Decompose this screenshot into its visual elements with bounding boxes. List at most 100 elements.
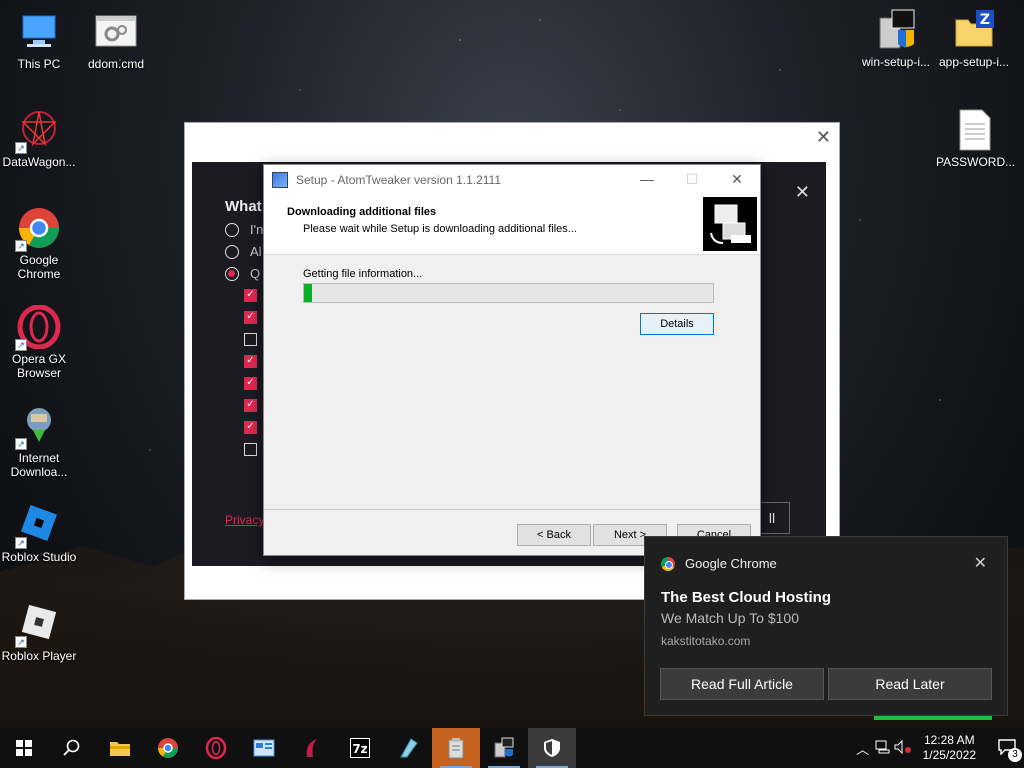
- shortcut-arrow-icon: ↗: [15, 636, 27, 648]
- file-explorer-icon[interactable]: [96, 728, 144, 768]
- volume-muted-icon[interactable]: [893, 739, 913, 757]
- desktop-icon-label: Google Chrome: [17, 253, 61, 281]
- install-option-radio-selected[interactable]: [225, 267, 239, 281]
- footer-divider: [264, 509, 760, 510]
- opera-gx-icon: ↗: [15, 304, 61, 351]
- desktop-icon-label: Opera GX Browser: [11, 352, 67, 380]
- minimize-icon[interactable]: —: [637, 171, 657, 187]
- cmd-file-icon: [94, 10, 138, 54]
- offer-checkbox[interactable]: ✓: [244, 355, 257, 368]
- install-option-radio[interactable]: [225, 223, 239, 237]
- shortcut-arrow-icon: ↗: [15, 240, 27, 252]
- close-icon[interactable]: ✕: [974, 553, 987, 573]
- offer-checkbox[interactable]: [244, 443, 257, 456]
- desktop-icon-internet-download[interactable]: ↗ Internet Downloa...: [1, 404, 77, 479]
- installer-icon: [874, 8, 918, 52]
- maximize-icon: ☐: [685, 171, 699, 187]
- install-option-label: I'n: [250, 222, 264, 237]
- clock-time: 12:28 AM: [923, 733, 975, 747]
- download-progress-bar: [303, 283, 714, 303]
- setup-window-title: Setup - AtomTweaker version 1.1.2111: [296, 173, 502, 187]
- chevron-up-icon[interactable]: ︿: [853, 739, 873, 758]
- opera-icon[interactable]: [192, 728, 240, 768]
- svg-text:7z: 7z: [352, 742, 367, 756]
- setup-titlebar[interactable]: Setup - AtomTweaker version 1.1.2111 — ☐…: [264, 165, 760, 195]
- start-icon[interactable]: [0, 728, 48, 768]
- desktop-icon-label: PASSWORD...: [936, 155, 1016, 169]
- clock-date: 1/25/2022: [922, 748, 976, 762]
- desktop-icon-roblox-studio[interactable]: ↗ Roblox Studio: [1, 503, 77, 564]
- desktop-icon-label: DataWagon...: [2, 155, 76, 169]
- read-later-button[interactable]: Read Later: [828, 668, 992, 700]
- opera-gx-icon[interactable]: [288, 728, 336, 768]
- offer-checkbox[interactable]: ✓: [244, 377, 257, 390]
- desktop-icon-label: Internet Downloa...: [10, 451, 68, 479]
- offer-checkbox[interactable]: ✓: [244, 399, 257, 412]
- pen-icon[interactable]: [384, 728, 432, 768]
- install-option-label: Al: [250, 244, 262, 259]
- desktop-icon-label: Roblox Studio: [1, 550, 77, 564]
- shortcut-arrow-icon: ↗: [15, 537, 27, 549]
- close-icon[interactable]: ✕: [795, 182, 810, 203]
- offer-checkbox[interactable]: ✓: [244, 289, 257, 302]
- close-icon[interactable]: ✕: [727, 171, 747, 188]
- privacy-link[interactable]: Privacy: [225, 513, 264, 527]
- setup-page-title: Downloading additional files: [287, 206, 437, 218]
- desktop-icon-google-chrome[interactable]: ↗ Google Chrome: [1, 206, 77, 281]
- shortcut-arrow-icon: ↗: [15, 142, 27, 154]
- search-icon[interactable]: [48, 728, 96, 768]
- shield-icon[interactable]: [528, 728, 576, 768]
- desktop-icon-label: Roblox Player: [1, 649, 77, 663]
- offer-checkbox[interactable]: ✓: [244, 311, 257, 324]
- chrome-icon: [661, 556, 675, 571]
- notification-subtitle: We Match Up To $100: [661, 610, 800, 626]
- archive-icon[interactable]: [432, 728, 480, 768]
- desktop-icon-this-pc[interactable]: This PC: [1, 10, 77, 71]
- svg-text:Z: Z: [980, 12, 990, 28]
- notification-source: Google Chrome: [661, 556, 777, 571]
- setup-window: Setup - AtomTweaker version 1.1.2111 — ☐…: [263, 164, 761, 556]
- desktop-icon-app-setup[interactable]: Z app-setup-i...: [936, 8, 1012, 69]
- download-status-text: Getting file information...: [303, 268, 423, 280]
- clock[interactable]: 12:28 AM 1/25/2022: [923, 733, 976, 763]
- notification-source-label: Google Chrome: [685, 556, 777, 571]
- setup-header: Downloading additional files Please wait…: [264, 195, 760, 255]
- desktop-icon-password-file[interactable]: PASSWORD...: [936, 108, 1016, 169]
- desktop-icon-ddom-cmd[interactable]: ddom.cmd: [78, 10, 154, 71]
- details-button[interactable]: Details: [640, 313, 714, 335]
- background-progress-strip: [874, 716, 992, 720]
- desktop-icon-label: win-setup-i...: [861, 55, 931, 69]
- installer-icon[interactable]: [480, 728, 528, 768]
- desktop-icon-label: app-setup-i...: [938, 55, 1010, 69]
- chrome-icon[interactable]: [144, 728, 192, 768]
- close-icon[interactable]: ✕: [816, 127, 831, 148]
- download-progress-fill: [304, 284, 313, 302]
- network-icon[interactable]: [873, 740, 893, 757]
- install-option-radio[interactable]: [225, 245, 239, 259]
- offer-checkbox[interactable]: ✓: [244, 421, 257, 434]
- datawagon-icon: ↗: [15, 108, 61, 154]
- installer-heading: What: [225, 198, 262, 215]
- 7zip-icon[interactable]: 7z: [336, 728, 384, 768]
- back-button[interactable]: < Back: [517, 524, 591, 546]
- taskbar: 7z ︿ 12:28 AM 1/25/2022 3: [0, 728, 1024, 768]
- notification-count-badge: 3: [1008, 747, 1022, 762]
- desktop-icon-opera-gx[interactable]: ↗ Opera GX Browser: [1, 304, 77, 380]
- setup-app-icon: [272, 172, 288, 188]
- computer-icon: [17, 10, 61, 54]
- read-full-article-button[interactable]: Read Full Article: [660, 668, 824, 700]
- control-panel-icon[interactable]: [240, 728, 288, 768]
- internet-download-icon: ↗: [15, 404, 61, 450]
- desktop-icon-datawagon[interactable]: ↗ DataWagon...: [1, 108, 77, 169]
- zip-folder-icon: Z: [952, 8, 996, 52]
- offer-checkbox[interactable]: [244, 333, 257, 346]
- action-center-icon[interactable]: 3: [990, 738, 1024, 762]
- chrome-notification-toast[interactable]: Google Chrome ✕ The Best Cloud Hosting W…: [644, 536, 1008, 716]
- setup-page-subtitle: Please wait while Setup is downloading a…: [303, 223, 577, 235]
- system-tray: ︿ 12:28 AM 1/25/2022 3: [853, 728, 1024, 768]
- desktop-icon-roblox-player[interactable]: ↗ Roblox Player: [1, 602, 77, 663]
- desktop-icon-label: This PC: [17, 57, 61, 71]
- chrome-icon: ↗: [15, 206, 61, 252]
- shortcut-arrow-icon: ↗: [15, 438, 27, 450]
- desktop-icon-win-setup[interactable]: win-setup-i...: [858, 8, 934, 69]
